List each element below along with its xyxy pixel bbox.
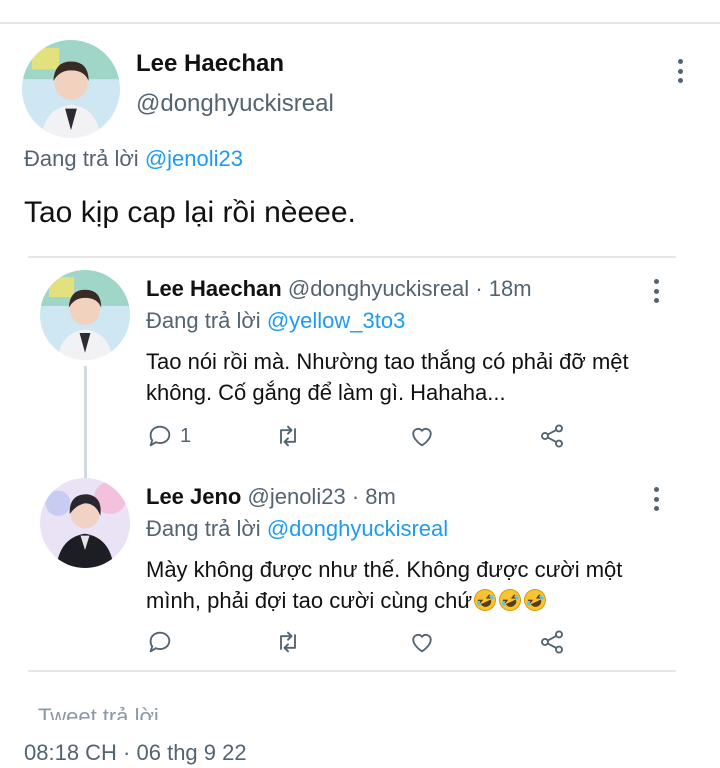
reply-text: Mày không được như thế. Không được cười … (146, 557, 623, 613)
author-handle[interactable]: @donghyuckisreal (288, 276, 469, 301)
laughing-emoji-group (472, 588, 547, 613)
tweet-timestamp: 08:18 CH · 06 thg 9 22 (24, 740, 247, 765)
reply-button[interactable] (146, 628, 174, 656)
reply-header: Lee Jeno @jenoli23 · 8m (146, 484, 396, 510)
reply-header: Lee Haechan @donghyuckisreal · 18m (146, 276, 532, 302)
reply-count: 1 (180, 424, 192, 447)
like-button[interactable] (408, 628, 436, 656)
replying-to: Đang trả lời @donghyuckisreal (146, 516, 448, 542)
replying-to: Đang trả lời @yellow_3to3 (146, 308, 405, 334)
more-vertical-icon (653, 279, 659, 284)
replying-to-mention[interactable]: @jenoli23 (145, 146, 243, 171)
tweet-time: · 8m (351, 484, 396, 509)
tweet-time: · 18m (475, 276, 532, 301)
thread-divider (28, 256, 676, 258)
rolling-laughing-emoji-icon (474, 589, 497, 611)
tweet-actions: 1 (146, 422, 576, 452)
reply-button[interactable]: 1 (146, 422, 191, 450)
more-options-button[interactable] (644, 484, 668, 514)
avatar-image (40, 270, 130, 360)
share-icon (541, 630, 563, 654)
replying-to-mention[interactable]: @yellow_3to3 (267, 308, 406, 333)
rolling-laughing-emoji-icon (499, 589, 522, 611)
reply-input[interactable]: Tweet trả lời (38, 704, 338, 720)
replying-prefix: Đang trả lời (146, 308, 261, 333)
more-options-button[interactable] (644, 276, 668, 306)
author-name[interactable]: Lee Haechan (136, 50, 284, 78)
share-button[interactable] (538, 628, 566, 656)
thread-connector-line (84, 366, 87, 478)
rolling-laughing-emoji-icon (524, 589, 547, 611)
author-name[interactable]: Lee Jeno (146, 484, 241, 509)
like-button[interactable] (408, 422, 436, 450)
top-divider (0, 22, 720, 24)
retweet-button[interactable] (274, 628, 302, 656)
tweet-actions (146, 628, 576, 658)
avatar-image (40, 478, 130, 568)
avatar[interactable] (22, 40, 120, 138)
comment-icon (149, 425, 171, 447)
reply-text-block: Mày không được như thế. Không được cười … (146, 554, 646, 616)
avatar-image (22, 40, 120, 138)
more-options-button[interactable] (668, 56, 692, 86)
replying-prefix: Đang trả lời (24, 146, 139, 171)
avatar[interactable] (40, 478, 130, 568)
heart-icon (412, 427, 432, 447)
thread-divider (28, 670, 676, 672)
author-handle[interactable]: @jenoli23 (248, 484, 346, 509)
share-icon (541, 424, 563, 448)
author-name[interactable]: Lee Haechan (146, 276, 282, 301)
heart-icon (412, 633, 432, 653)
retweet-button[interactable] (274, 422, 302, 450)
replying-to: Đang trả lời @jenoli23 (24, 146, 243, 172)
replying-prefix: Đang trả lời (146, 516, 261, 541)
tweet-text: Tao kịp cap lại rồi nèeee. (24, 196, 356, 229)
reply-text: Tao nói rồi mà. Nhường tao thắng có phải… (146, 349, 629, 405)
retweet-icon (280, 631, 296, 653)
avatar[interactable] (40, 270, 130, 360)
more-vertical-icon (677, 59, 683, 64)
retweet-icon (280, 425, 296, 447)
author-handle[interactable]: @donghyuckisreal (136, 90, 334, 118)
comment-icon (149, 631, 171, 653)
replying-to-mention[interactable]: @donghyuckisreal (267, 516, 448, 541)
more-vertical-icon (653, 487, 659, 492)
share-button[interactable] (538, 422, 566, 450)
quoted-thread[interactable]: Lee Haechan @donghyuckisreal · 18m Đang … (28, 256, 676, 686)
